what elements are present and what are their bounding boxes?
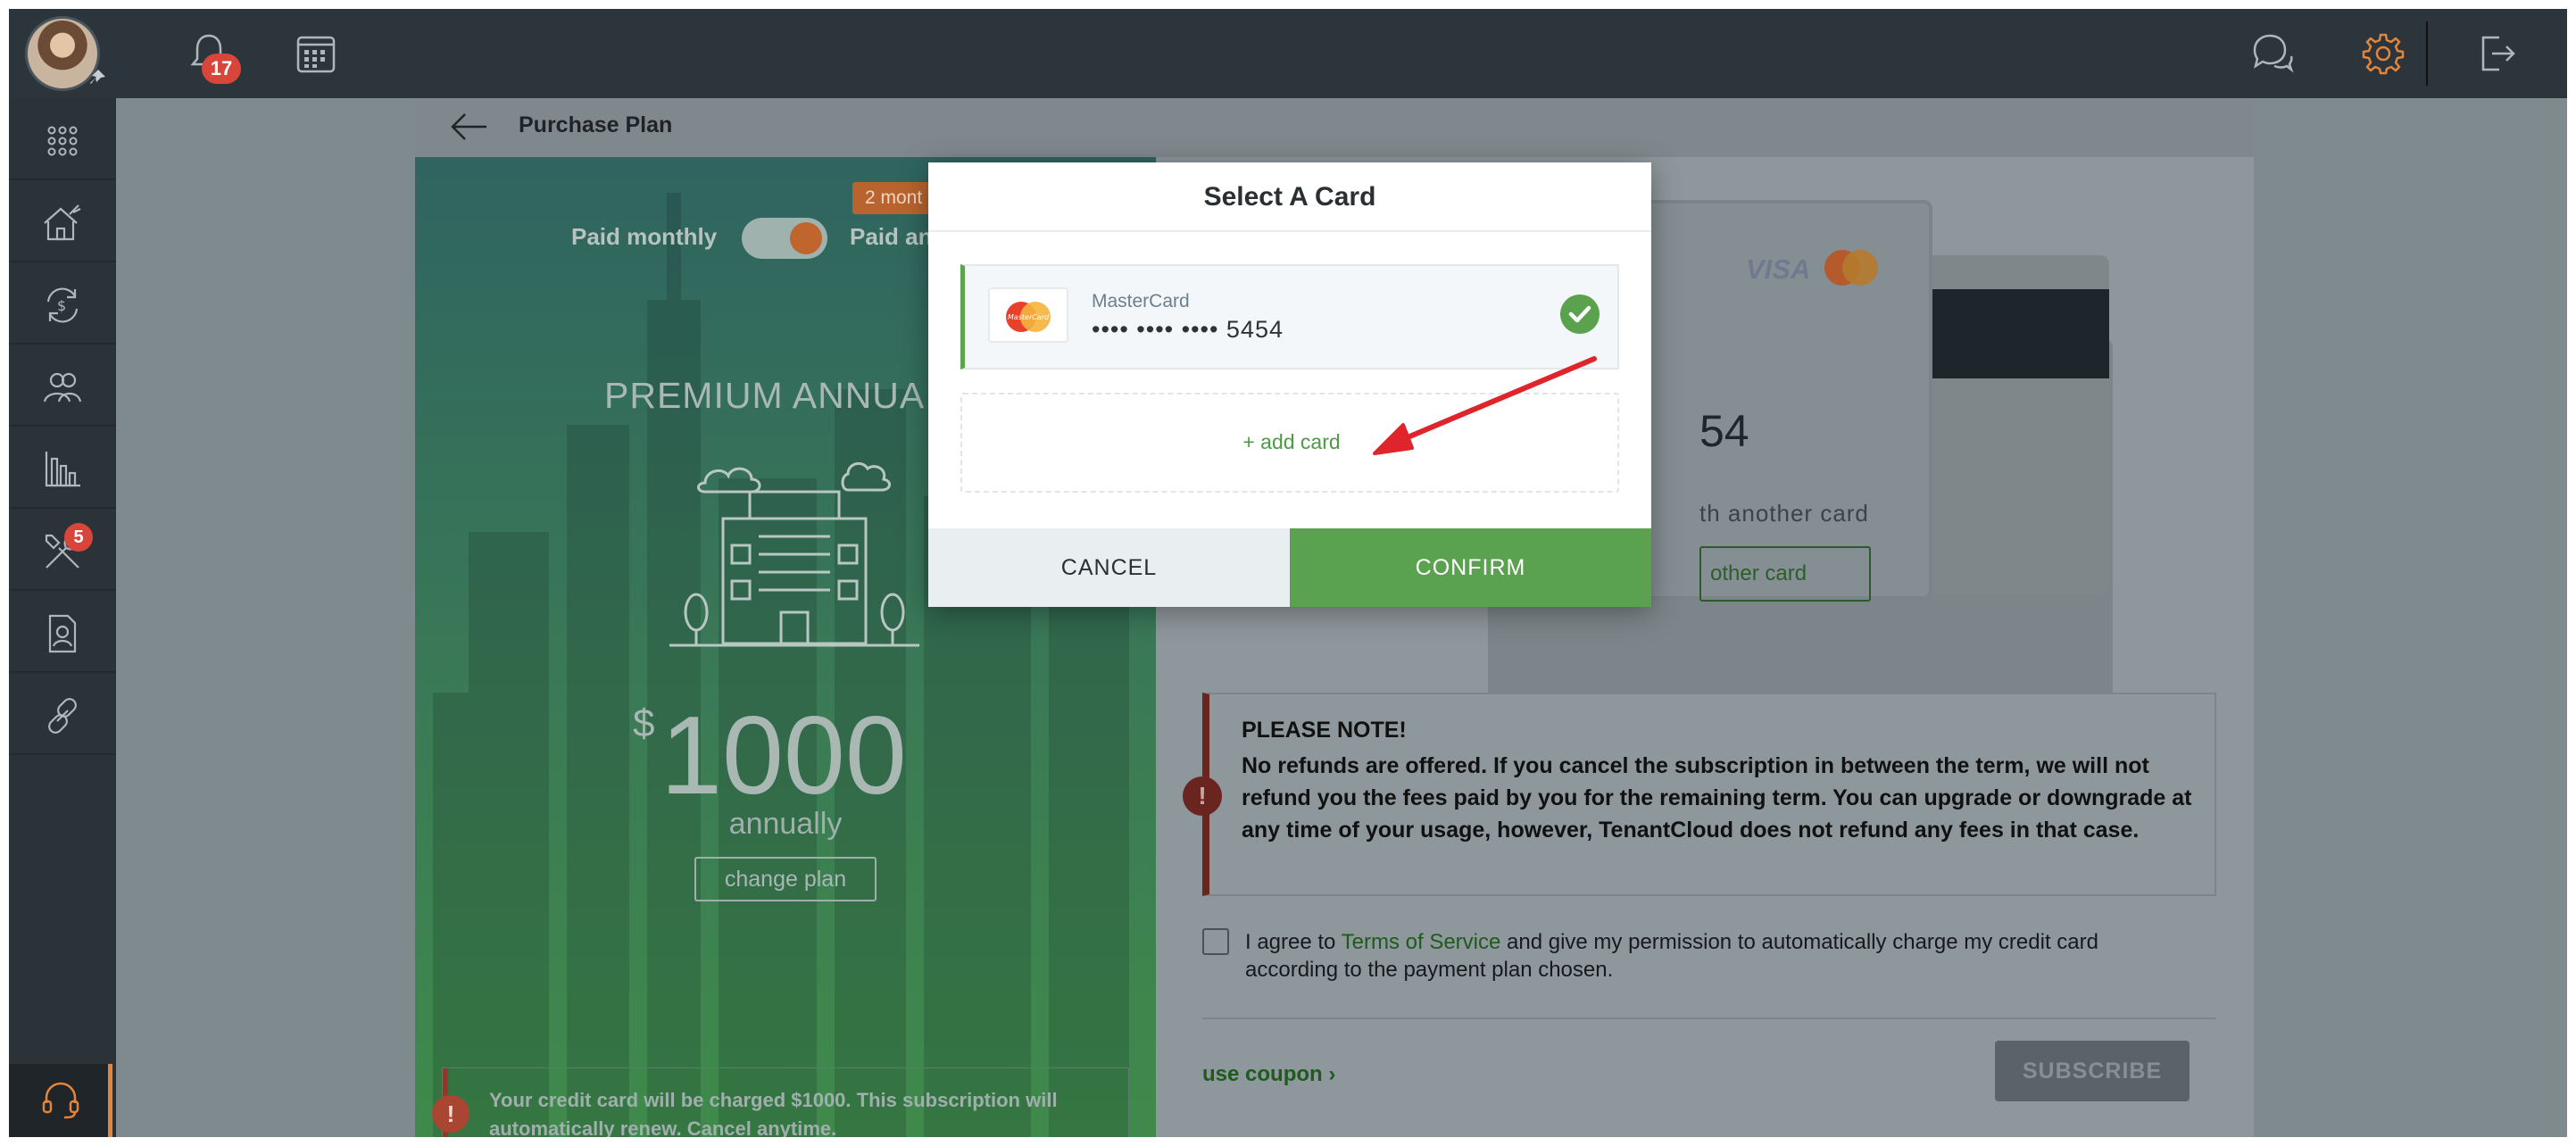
svg-text:$: $ (57, 297, 66, 314)
alert-icon: ! (432, 1095, 469, 1133)
plan-name: PREMIUM ANNUA (604, 375, 926, 416)
sidebar-item-transactions[interactable]: $ (9, 262, 116, 345)
back-arrow-icon[interactable] (449, 111, 488, 143)
headset-icon (42, 1082, 79, 1119)
price-currency: $ (633, 702, 655, 745)
topbar-divider (2426, 21, 2428, 86)
maintenance-count-badge: 5 (64, 523, 93, 552)
billing-period-toggle[interactable] (742, 218, 827, 259)
building-icon (669, 461, 919, 647)
sidebar-item-apps[interactable] (9, 98, 116, 180)
toggle-knob (790, 222, 822, 254)
refund-notice-body: No refunds are offered. If you cancel th… (1242, 753, 2192, 843)
apps-grid-icon (47, 126, 78, 156)
change-plan-button[interactable]: change plan (694, 857, 877, 901)
gear-icon[interactable] (2360, 30, 2406, 77)
notification-count-badge: 17 (202, 54, 241, 84)
sidebar-item-reports[interactable] (9, 427, 116, 509)
card-number: •••• •••• •••• 5454 (1092, 316, 1284, 343)
card-number-partial: 54 (1699, 406, 1749, 456)
annotation-arrow-icon (1373, 356, 1597, 455)
mastercard-logo (1824, 250, 1878, 286)
pin-icon (90, 70, 105, 84)
terms-agreement-text: I agree to Terms of Service and give my … (1245, 928, 2191, 984)
refund-notice: ! PLEASE NOTE! No refunds are offered. I… (1183, 693, 2216, 896)
svg-text:MasterCard: MasterCard (1008, 313, 1050, 321)
price-period: annually (728, 807, 843, 841)
cancel-button[interactable]: CANCEL (928, 528, 1290, 607)
transactions-icon: $ (46, 287, 79, 323)
billing-annually-label: Paid an (850, 223, 933, 250)
terms-checkbox[interactable] (1202, 928, 1229, 955)
refund-notice-title: PLEASE NOTE! (1242, 718, 1407, 743)
page-header: Purchase Plan (415, 98, 2254, 157)
card-brand: MasterCard (1092, 291, 1190, 311)
terms-prefix: I agree to (1245, 930, 1342, 954)
mastercard-circles-icon: MasterCard (1006, 302, 1051, 332)
applications-icon (48, 614, 77, 653)
use-coupon-link[interactable]: use coupon › (1202, 1062, 1335, 1087)
sidebar-item-integrations[interactable] (9, 673, 116, 755)
discount-badge: 2 mont (852, 182, 935, 214)
divider (1202, 1017, 2216, 1019)
logout-icon[interactable] (2474, 30, 2521, 77)
charge-notice: ! Your credit card will be charged $1000… (432, 1067, 1129, 1137)
visa-logo: VISA (1746, 253, 1811, 285)
top-bar: 17 (9, 9, 2567, 98)
integrations-icon (48, 698, 77, 734)
sidebar-item-maintenance[interactable]: 5 (9, 509, 116, 591)
page-title: Purchase Plan (519, 112, 673, 137)
calendar-icon[interactable] (293, 30, 339, 77)
terms-of-service-link[interactable]: Terms of Service (1342, 930, 1501, 954)
sidebar: $ 5 (9, 98, 116, 1137)
pay-with-another-card-text: th another card (1699, 500, 1869, 527)
alert-icon: ! (1183, 776, 1222, 816)
modal-title: Select A Card (928, 162, 1651, 232)
support-button[interactable] (9, 1064, 112, 1137)
sidebar-item-tenants[interactable] (9, 345, 116, 427)
sidebar-item-applications[interactable] (9, 591, 116, 673)
confirm-button[interactable]: CONFIRM (1290, 528, 1651, 607)
billing-monthly-label: Paid monthly (571, 223, 718, 250)
check-icon (1560, 295, 1600, 334)
add-another-card-button[interactable]: other card (1699, 546, 1871, 602)
subscribe-button[interactable]: SUBSCRIBE (1995, 1041, 2190, 1101)
properties-icon (44, 204, 81, 241)
reports-icon (45, 452, 80, 487)
charge-notice-text: Your credit card will be charged $1000. … (489, 1089, 1058, 1137)
chat-icon[interactable] (2248, 30, 2294, 77)
price-value: 1000 (661, 694, 907, 818)
mastercard-logo: MasterCard (988, 287, 1068, 343)
sidebar-item-properties[interactable] (9, 180, 116, 262)
app-window: 17 $ 5 Purchase Plan 2 mont Paid monthly… (9, 9, 2567, 1137)
tenants-icon (43, 372, 82, 403)
